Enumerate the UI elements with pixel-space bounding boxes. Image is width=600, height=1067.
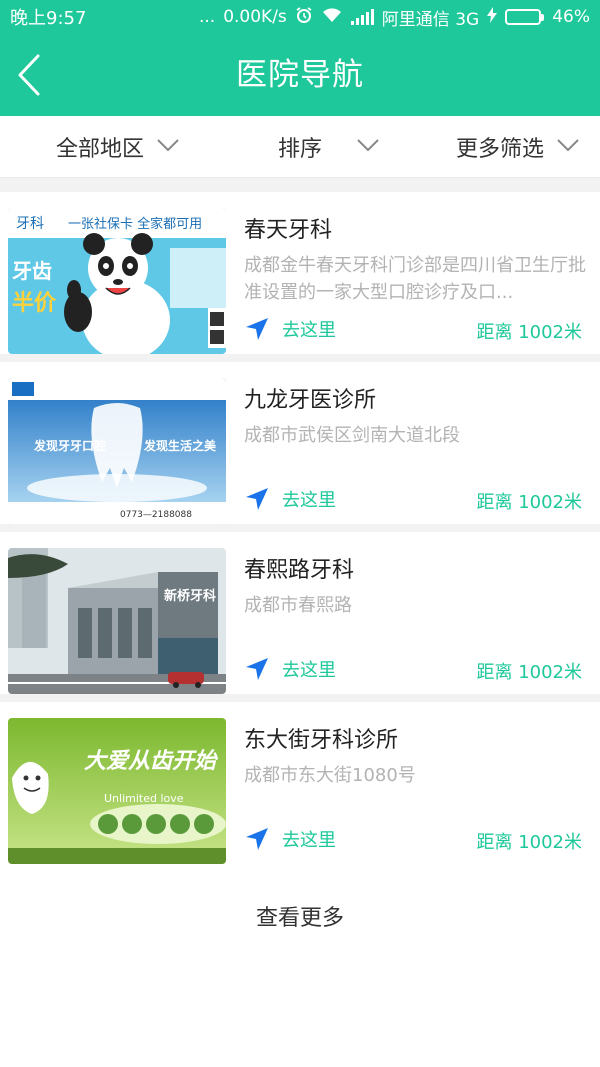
chevron-down-icon (557, 139, 579, 152)
clinic-address: 成都市东大街1080号 (244, 765, 416, 786)
clinic-name[interactable]: 春熙路牙科 (244, 552, 354, 584)
list-item[interactable]: 牙科 一张社保卡 全家都可用 牙齿 半价 春天牙科 成都金牛春天牙科门诊部是四川… (0, 192, 600, 354)
clinic-address: 成都市春熙路 (244, 595, 352, 616)
app-header: 医院导航 (0, 34, 600, 116)
network-speed: 0.00K/s (223, 7, 287, 27)
battery-icon (505, 9, 545, 25)
alarm-icon (295, 6, 313, 29)
thumb-slogan: 大爱从齿开始 (84, 749, 219, 774)
navigate-button[interactable]: 去这里 (244, 316, 336, 342)
wifi-icon (321, 7, 343, 28)
filter-sort-label: 排序 (277, 136, 322, 162)
page-title: 医院导航 (236, 57, 364, 93)
thumb-brand: 牙科 (16, 216, 44, 232)
thumb-sub: Unlimited love (104, 792, 184, 805)
clinic-name[interactable]: 东大街牙科诊所 (244, 722, 398, 754)
load-more-button[interactable]: 查看更多 (0, 900, 600, 932)
distance-label: 距离 1002米 (476, 322, 582, 343)
thumb-headline: 一张社保卡 全家都可用 (68, 216, 202, 232)
navigate-label: 去这里 (282, 660, 336, 681)
filter-region-label: 全部地区 (55, 136, 144, 162)
status-time: 晚上9:57 (10, 8, 87, 29)
distance-label: 距离 1002米 (476, 492, 582, 513)
divider (0, 524, 600, 532)
thumb-sign: 新桥牙科 (164, 588, 216, 604)
navigation-arrow-icon (246, 828, 268, 850)
distance-label: 距离 1002米 (476, 662, 582, 683)
navigation-arrow-icon (246, 488, 268, 510)
signal-icon (350, 9, 374, 25)
footer-area (0, 866, 600, 1067)
divider (0, 354, 600, 362)
navigate-label: 去这里 (282, 490, 336, 511)
divider (0, 694, 600, 702)
thumb-phone: 0773—2188088 (120, 510, 192, 520)
list-item[interactable]: 大爱从齿开始 Unlimited love 东大街牙科诊所 成都市东大街1080… (0, 702, 600, 864)
battery-percent: 46% (552, 7, 590, 27)
clinic-thumbnail: 牙科 一张社保卡 全家都可用 牙齿 半价 (8, 208, 226, 354)
thumb-tag2: 发现生活之美 (143, 438, 217, 453)
thumb-tag1: 牙齿 (12, 259, 52, 283)
navigate-button[interactable]: 去这里 (244, 486, 336, 512)
carrier-label: 阿里通信 3G (381, 9, 480, 30)
list-item[interactable]: 新桥牙科 春熙路牙科 成都市春熙路 去这里 距离 1002米 (0, 532, 600, 694)
chevron-down-icon (357, 139, 379, 152)
charging-icon (487, 6, 498, 28)
thumb-tag1: 发现牙牙口腔 (33, 438, 106, 453)
navigate-button[interactable]: 去这里 (244, 826, 336, 852)
clinic-thumbnail: 新桥牙科 (8, 548, 226, 694)
clinic-address: 成都金牛春天牙科门诊部是四川省卫生厅批准设置的一家大型口腔诊疗及口... (244, 255, 586, 303)
thumb-tag2: 半价 (12, 291, 57, 316)
navigate-label: 去这里 (282, 320, 336, 341)
status-dots: ... (198, 7, 216, 27)
navigation-arrow-icon (246, 658, 268, 680)
navigate-label: 去这里 (282, 830, 336, 851)
navigate-button[interactable]: 去这里 (244, 656, 336, 682)
clinic-address: 成都市武侯区剑南大道北段 (244, 425, 460, 446)
filter-bar: 全部地区 排序 更多筛选 (0, 116, 600, 178)
list-item[interactable]: 发现牙牙口腔 发现生活之美 0773—2188088 九龙牙医诊所 成都市武侯区… (0, 362, 600, 524)
status-bar: 晚上9:57 ... 0.00K/s 阿里通信 3G 46% (0, 0, 600, 34)
clinic-thumbnail: 大爱从齿开始 Unlimited love (8, 718, 226, 864)
distance-label: 距离 1002米 (476, 832, 582, 853)
clinic-thumbnail: 发现牙牙口腔 发现生活之美 0773—2188088 (8, 378, 226, 524)
filter-more-label: 更多筛选 (455, 136, 544, 162)
chevron-down-icon (157, 139, 179, 152)
navigation-arrow-icon (246, 318, 268, 340)
divider (0, 178, 600, 192)
clinic-name[interactable]: 九龙牙医诊所 (244, 382, 376, 414)
filter-more[interactable]: 更多筛选 (400, 116, 600, 177)
filter-region[interactable]: 全部地区 (0, 116, 200, 177)
filter-sort[interactable]: 排序 (200, 116, 400, 177)
clinic-name[interactable]: 春天牙科 (244, 212, 332, 244)
